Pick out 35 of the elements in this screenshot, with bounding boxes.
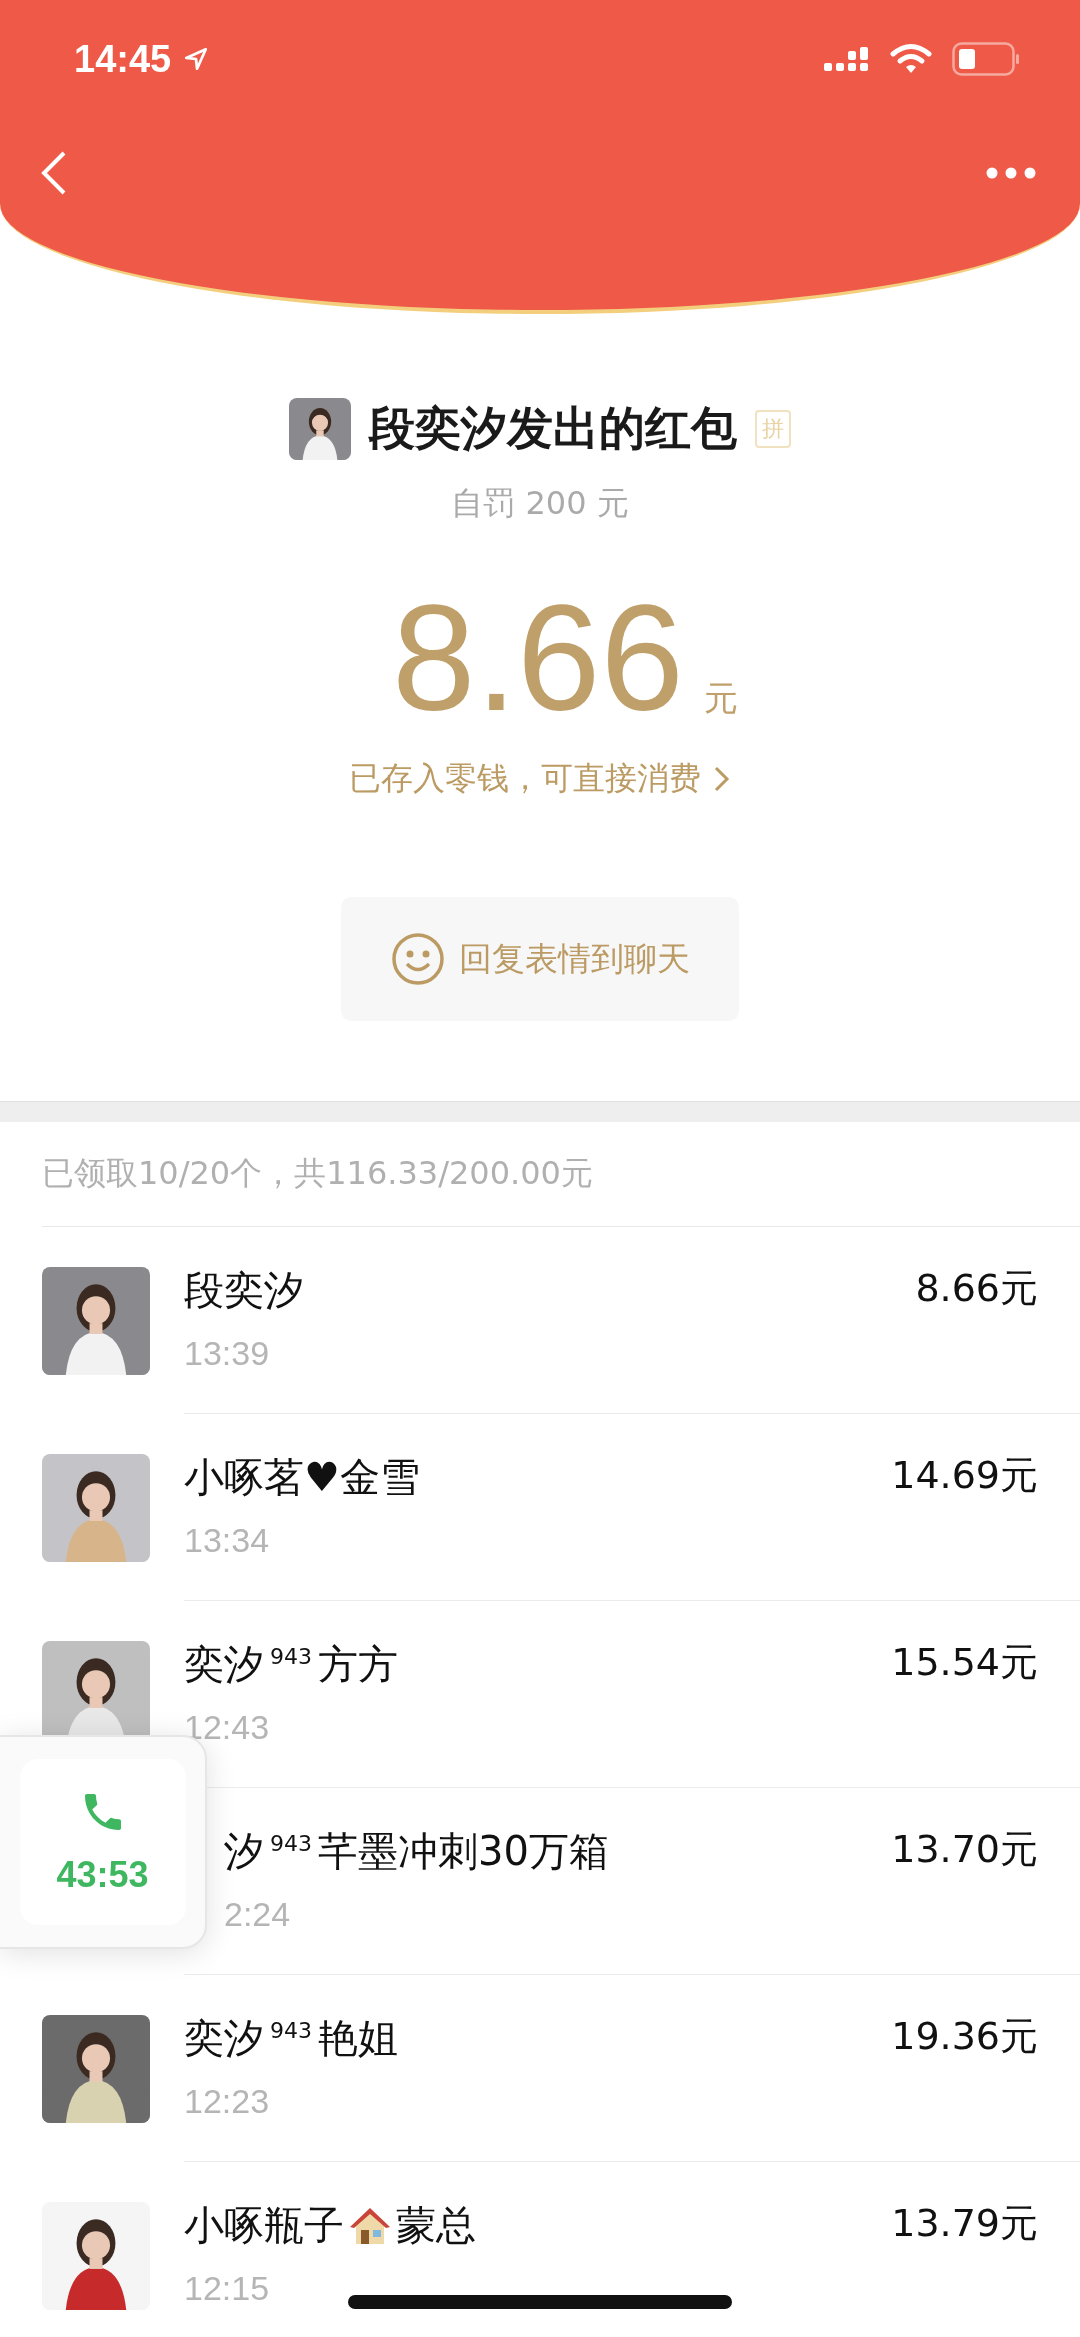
claim-amount: 13.79元 <box>891 2200 1038 2247</box>
recipient-name: 奕汐$^{943}$艳姐 <box>184 2014 398 2063</box>
recipient-name-suffix: 蒙总 <box>396 2201 476 2250</box>
envelope-title: 段奕汐发出的红包 <box>369 400 737 457</box>
claim-amount: 15.54元 <box>891 1639 1038 1686</box>
claim-time: 12:15 <box>184 2269 271 2308</box>
claim-amount: 19.36元 <box>891 2013 1038 2060</box>
claim-amount: 14.69元 <box>891 1452 1038 1499</box>
battery-icon <box>952 42 1020 76</box>
group-badge: 拼 <box>755 410 791 448</box>
claim-time: 13:39 <box>184 1334 271 1373</box>
recipient-name: 小啄瓶子 <box>184 2201 344 2250</box>
amount-unit: 元 <box>703 677 738 720</box>
call-duration: 43:53 <box>56 1854 149 1896</box>
more-icon[interactable] <box>986 167 1036 179</box>
recipient-name: 汐$^{943}$芊墨冲刺30万箱 <box>224 1827 609 1876</box>
claim-time: 2:24 <box>224 1895 292 1934</box>
claim-time: 12:23 <box>184 2082 271 2121</box>
claim-amount: 13.70元 <box>891 1826 1038 1873</box>
claim-summary: 已领取10/20个，共116.33/200.00元 <box>42 1122 1080 1227</box>
recipient-name: 段奕汐 <box>184 1266 304 1315</box>
status-time: 14:45 <box>74 37 172 81</box>
back-icon[interactable] <box>40 149 68 197</box>
recipient-name: 小啄茗♥金雪 <box>184 1453 420 1502</box>
envelope-message: 自罚 200 元 <box>451 483 629 524</box>
reply-sticker-button[interactable]: 回复表情到聊天 <box>341 897 739 1021</box>
location-icon <box>183 46 210 72</box>
smiley-icon <box>390 932 445 986</box>
claim-time: 13:34 <box>184 1521 271 1560</box>
wallet-link[interactable]: 已存入零钱，可直接消费 <box>349 757 731 801</box>
received-amount: 8.66 <box>392 576 684 741</box>
chevron-icon <box>713 765 731 793</box>
wifi-icon <box>890 43 932 75</box>
claim-amount: 8.66元 <box>915 1265 1038 1312</box>
recipient-name: 奕汐$^{943}$方方 <box>184 1640 398 1689</box>
